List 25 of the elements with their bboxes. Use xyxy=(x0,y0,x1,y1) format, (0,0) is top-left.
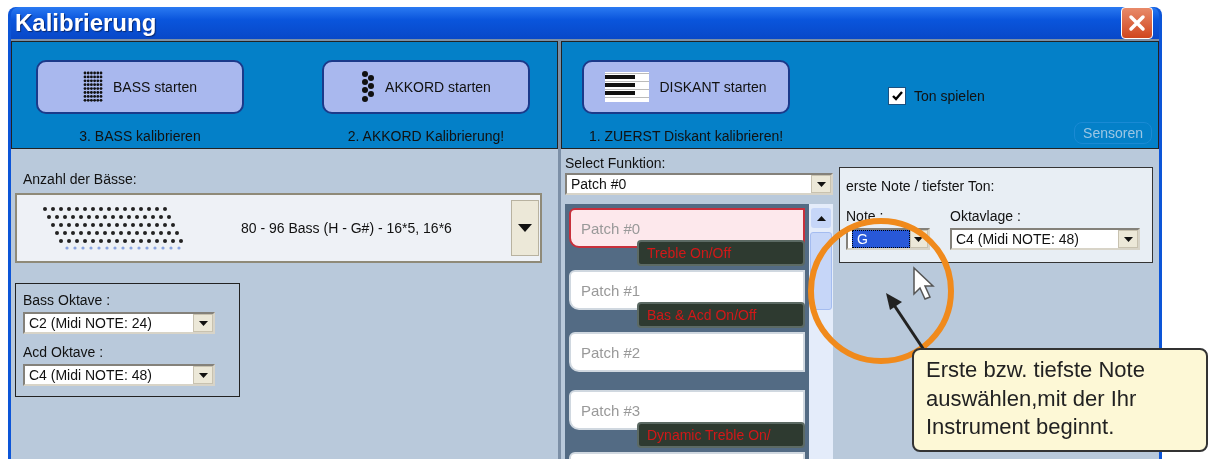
function-label: Treble On/Off xyxy=(637,240,805,266)
group-title: erste Note / tiefster Ton: xyxy=(846,178,996,194)
bass-layout-dropdown[interactable]: 80 - 96 Bass (H - G#) - 16*5, 16*6 xyxy=(15,193,542,263)
function-dropdown[interactable]: Patch #0 xyxy=(565,173,833,195)
step-caption: 2. AKKORD Kalibrierung! xyxy=(347,128,505,144)
field-label: Bass Oktave : xyxy=(23,292,112,308)
function-label: Dynamic Treble On/ xyxy=(637,422,805,448)
field-label: Select Funktion: xyxy=(565,155,667,171)
window-title: Kalibrierung xyxy=(15,9,157,37)
note-dropdown[interactable]: G xyxy=(846,228,930,250)
function-label: Bas & Acd On/Off xyxy=(637,302,805,328)
octave-dropdown[interactable]: C2 (Midi NOTE: 24) xyxy=(23,312,215,334)
selected-value: G xyxy=(852,230,910,248)
callout-note: Erste bzw. tiefste Note auswählen,mit der Ihr Instrument beginnt. xyxy=(912,348,1208,452)
start-button[interactable]: DISKANT starten xyxy=(582,60,790,114)
play-tone-checkbox[interactable]: Ton spielen xyxy=(888,86,985,106)
field-label: Oktavlage : xyxy=(950,208,1022,224)
start-button[interactable]: AKKORD starten xyxy=(322,60,530,114)
octave-dropdown[interactable]: C4 (Midi NOTE: 48) xyxy=(950,228,1140,250)
start-button[interactable]: BASS starten xyxy=(36,60,244,114)
field-label: Anzahl der Bässe: xyxy=(22,171,138,187)
step-caption: 3. BASS kalibrieren xyxy=(79,128,201,144)
step-caption: 1. ZUERST Diskant kalibrieren! xyxy=(588,128,784,144)
field-label: Acd Oktave : xyxy=(23,344,105,360)
octave-dropdown[interactable]: C4 (Midi NOTE: 48) xyxy=(23,364,215,386)
